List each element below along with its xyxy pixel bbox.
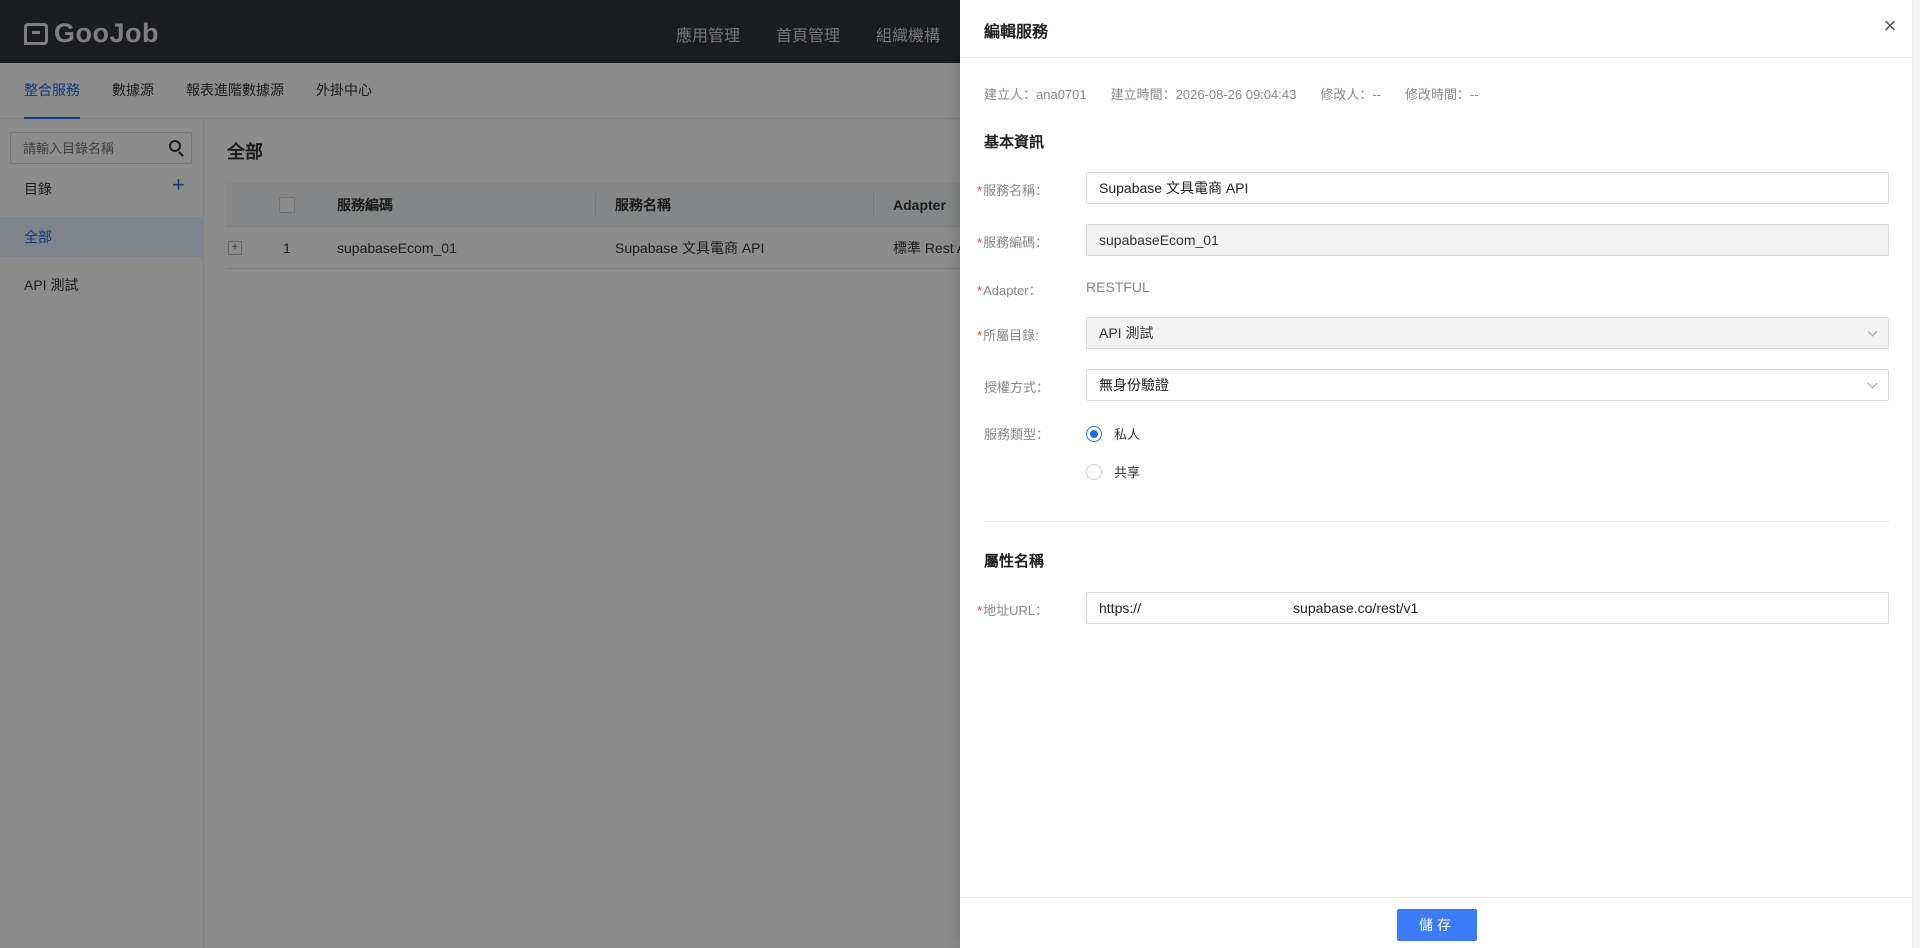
- service-code-input: supabaseEcom_01: [1086, 224, 1889, 256]
- modal-overlay[interactable]: [0, 0, 960, 948]
- meta-creator: 建立人：ana0701: [984, 87, 1087, 102]
- close-icon[interactable]: ×: [1878, 14, 1902, 38]
- radio-private-indicator[interactable]: [1086, 425, 1102, 442]
- url-input[interactable]: https:// supabase.co/rest/v1: [1086, 592, 1889, 624]
- radio-private[interactable]: 私人: [1086, 424, 1140, 443]
- drawer-header: 編輯服務 ×: [960, 0, 1920, 58]
- radio-shared-label: 共享: [1114, 465, 1141, 480]
- edit-service-drawer: 編輯服務 × 建立人：ana0701 建立時間：2026-08-26 09:04…: [960, 0, 1920, 948]
- chevron-down-icon: [1867, 378, 1878, 389]
- meta-modified-at: 修改時間：--: [1405, 87, 1479, 102]
- meta-created-at: 建立時間：2026-08-26 09:04:43: [1110, 87, 1297, 102]
- radio-shared[interactable]: 共享: [1086, 462, 1140, 481]
- directory-label: *所屬目錄:: [977, 328, 1039, 343]
- chevron-down-icon: [1867, 326, 1878, 337]
- service-name-input[interactable]: Supabase 文具電商 API: [1086, 172, 1889, 204]
- url-suffix: supabase.co/rest/v1: [1293, 600, 1419, 616]
- directory-select[interactable]: API 測試: [1086, 317, 1889, 349]
- adapter-label: *Adapter：: [977, 283, 1042, 298]
- scrollbar[interactable]: [1912, 0, 1920, 948]
- drawer-footer: 儲存: [960, 897, 1920, 948]
- directory-select-value: API 測試: [1099, 325, 1154, 341]
- drawer-title: 編輯服務: [984, 24, 1049, 41]
- section-divider: [984, 521, 1889, 522]
- radio-shared-indicator[interactable]: [1086, 463, 1102, 480]
- adapter-value: RESTFUL: [1086, 279, 1150, 295]
- meta-modifier: 修改人：--: [1320, 87, 1382, 102]
- save-button[interactable]: 儲存: [1397, 909, 1477, 941]
- auth-method-select[interactable]: 無身份驗證: [1086, 369, 1889, 401]
- basic-info-heading: 基本資訊: [984, 134, 1045, 151]
- url-label: *地址URL：: [977, 603, 1049, 618]
- attribute-heading: 屬性名稱: [984, 553, 1045, 570]
- auth-method-label: 授權方式：: [984, 380, 1050, 395]
- radio-private-label: 私人: [1114, 427, 1141, 442]
- record-meta: 建立人：ana0701 建立時間：2026-08-26 09:04:43 修改人…: [984, 84, 1479, 103]
- service-type-label: 服務類型：: [984, 427, 1050, 442]
- service-code-label: *服務編碼：: [977, 235, 1049, 250]
- auth-method-select-value: 無身份驗證: [1099, 377, 1169, 393]
- service-name-label: *服務名稱：: [977, 183, 1049, 198]
- url-prefix: https://: [1099, 600, 1142, 616]
